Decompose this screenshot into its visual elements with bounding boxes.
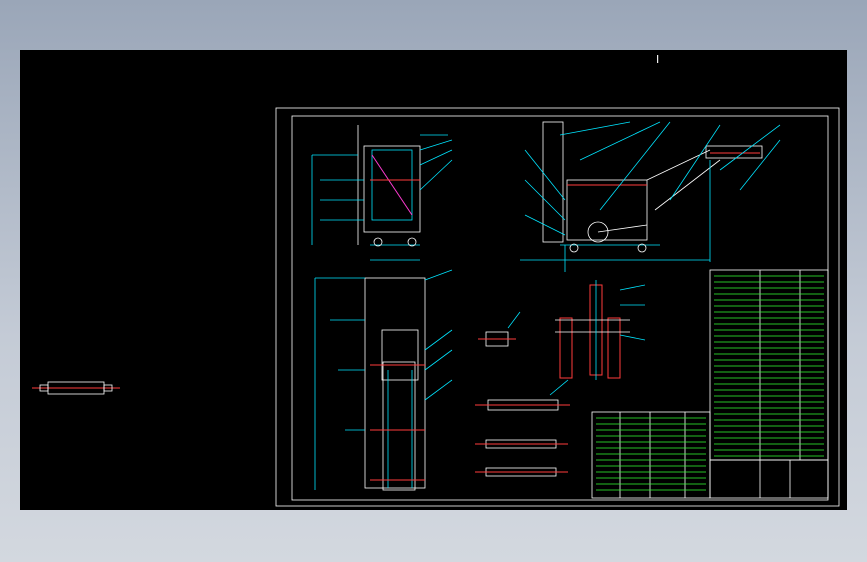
drawing-sheet xyxy=(32,107,840,507)
roller-details xyxy=(475,379,570,477)
detail-bracket xyxy=(478,311,521,347)
left-axle-part xyxy=(32,381,120,395)
cad-drawing-canvas[interactable]: I xyxy=(20,50,847,510)
side-view-upper xyxy=(520,121,781,272)
section-view xyxy=(555,280,646,380)
plan-view-lower xyxy=(314,269,453,491)
top-marker: I xyxy=(656,53,660,66)
sheet-border xyxy=(275,107,840,507)
front-view-upper xyxy=(311,125,453,261)
